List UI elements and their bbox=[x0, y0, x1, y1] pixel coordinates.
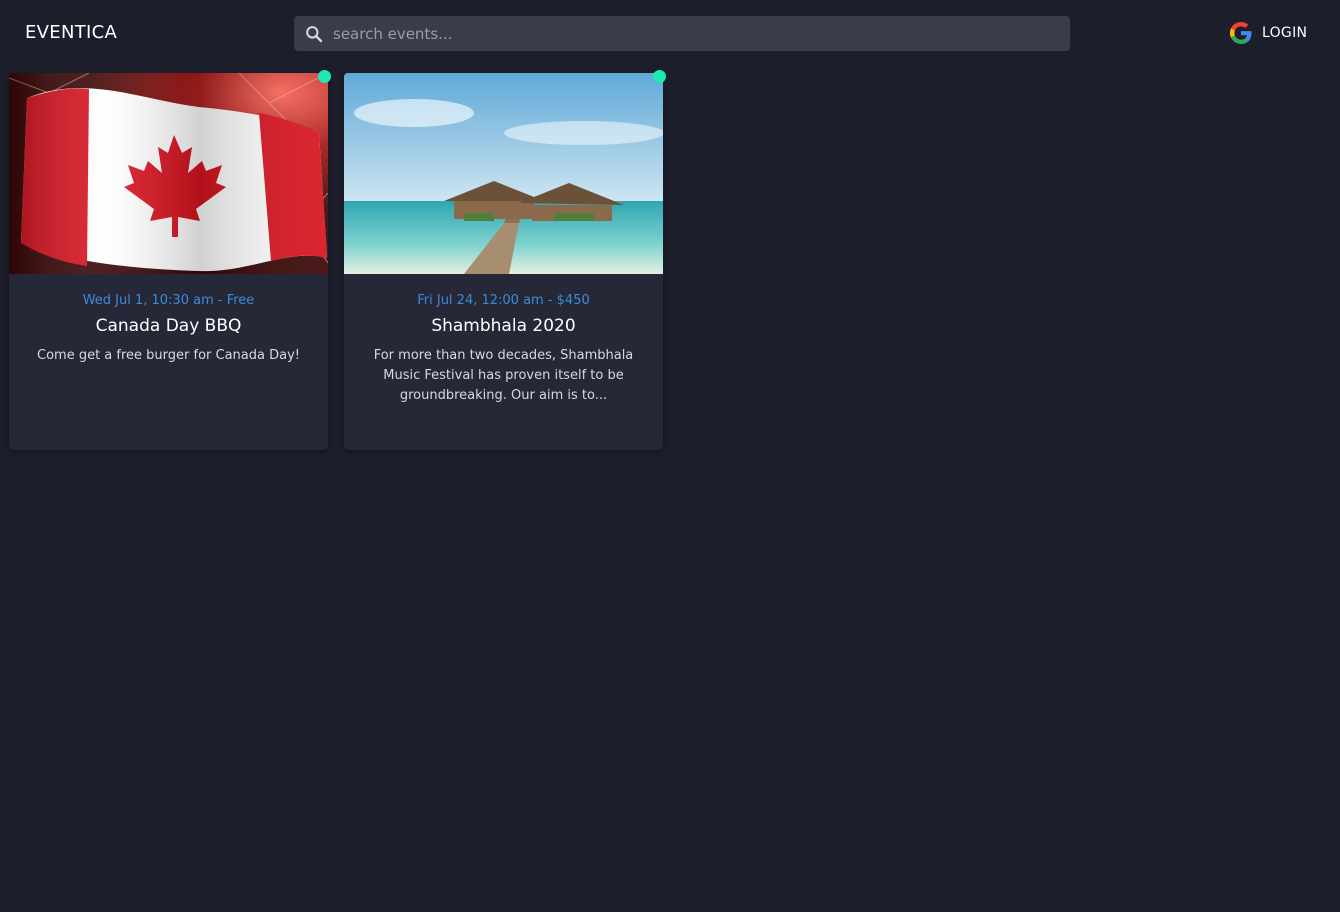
event-date-price: Wed Jul 1, 10:30 am - Free bbox=[82, 293, 255, 308]
event-title: Canada Day BBQ bbox=[95, 316, 242, 336]
event-status-dot bbox=[318, 70, 331, 83]
google-icon bbox=[1230, 22, 1252, 44]
event-description: For more than two decades, Shambhala Mus… bbox=[373, 348, 634, 403]
event-status-dot bbox=[653, 70, 666, 83]
event-title: Shambhala 2020 bbox=[431, 316, 576, 336]
search-icon bbox=[303, 23, 325, 45]
event-description: Come get a free burger for Canada Day! bbox=[37, 348, 300, 363]
search-input[interactable] bbox=[325, 16, 1070, 51]
top-bar: EVENTICA LOGIN bbox=[0, 0, 1340, 66]
event-image-beach bbox=[344, 73, 663, 274]
login-button[interactable]: LOGIN bbox=[1228, 20, 1313, 46]
login-label: LOGIN bbox=[1262, 25, 1308, 41]
event-image-canada-flag bbox=[9, 73, 328, 274]
event-date-price: Fri Jul 24, 12:00 am - $450 bbox=[417, 293, 590, 308]
brand-logo[interactable]: EVENTICA bbox=[25, 22, 117, 43]
search-bar[interactable] bbox=[294, 16, 1070, 51]
event-card[interactable]: Wed Jul 1, 10:30 am - Free Canada Day BB… bbox=[9, 70, 331, 450]
event-card[interactable]: Fri Jul 24, 12:00 am - $450 Shambhala 20… bbox=[344, 70, 666, 450]
app: EVENTICA LOGIN bbox=[0, 0, 1340, 912]
